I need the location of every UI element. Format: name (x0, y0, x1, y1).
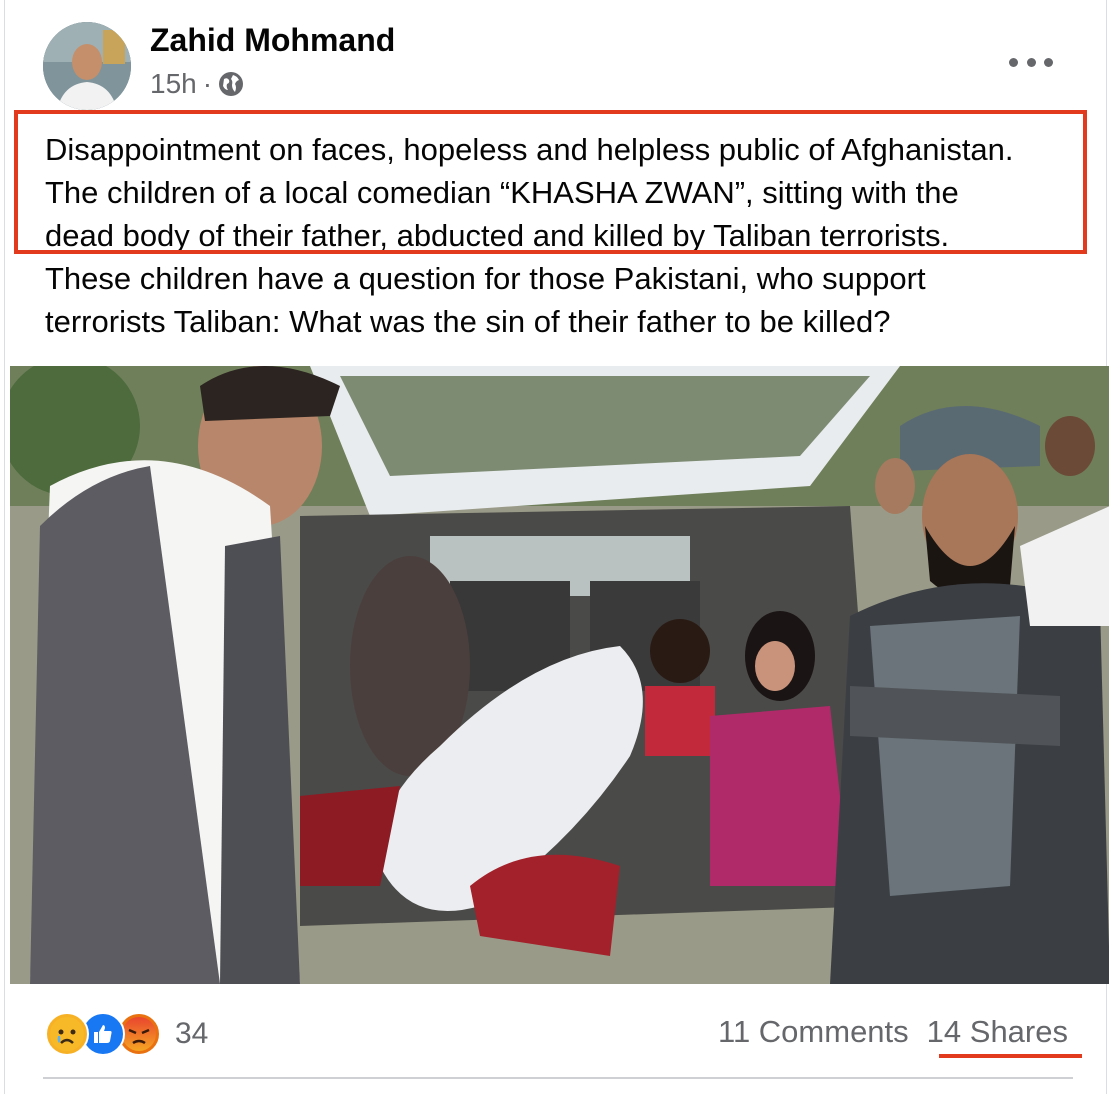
post-photo[interactable] (10, 366, 1109, 984)
dot-icon (1009, 57, 1018, 67)
reaction-count: 34 (175, 1017, 209, 1050)
post-text-line: These children have a question for those… (45, 261, 926, 296)
more-options-button[interactable] (1009, 52, 1053, 72)
author-name[interactable]: Zahid Mohmand (150, 22, 395, 59)
dot-icon (1026, 57, 1036, 67)
post-text-line: terrorists Taliban: What was the sin of … (45, 304, 891, 339)
footer-divider (43, 1077, 1073, 1079)
author-avatar[interactable] (43, 22, 131, 110)
comments-link[interactable]: 11 Comments (718, 1014, 909, 1050)
dot-icon (1044, 57, 1053, 67)
sad-reaction-icon (45, 1012, 89, 1056)
shares-link[interactable]: 14 Shares (927, 1014, 1068, 1050)
annotation-box (14, 110, 1087, 254)
engagement-stats: 11 Comments 14 Shares (718, 1014, 1068, 1050)
post-card: Zahid Mohmand 15h · Disappointment on fa… (4, 0, 1109, 1094)
globe-icon (219, 72, 244, 96)
post-meta: 15h · (150, 68, 244, 100)
meta-separator: · (202, 68, 213, 99)
shares-annotation-underline (939, 1054, 1082, 1058)
reactions-summary[interactable]: 34 (45, 1012, 208, 1056)
post-timestamp[interactable]: 15h (150, 68, 197, 100)
